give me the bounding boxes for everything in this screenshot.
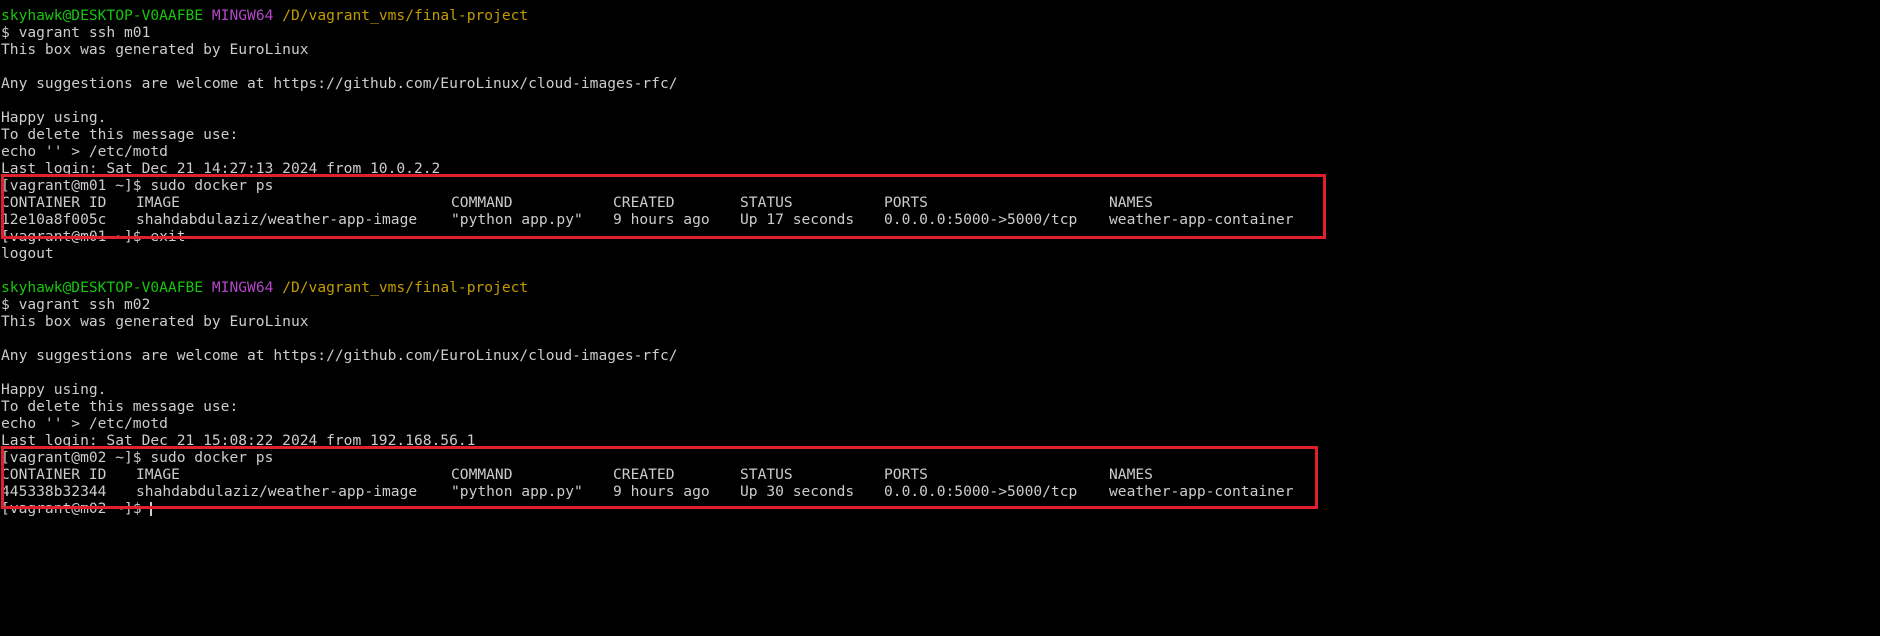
- column-header: IMAGE: [136, 466, 180, 483]
- image-name: shahdabdulaziz/weather-app-image: [136, 211, 418, 228]
- motd-line: Any suggestions are welcome at https://g…: [1, 347, 678, 364]
- docker-ps-command: [vagrant@m01 ~]$ sudo docker ps: [1, 177, 274, 194]
- container-name: weather-app-container: [1109, 211, 1294, 228]
- command-line: $ vagrant ssh m01: [1, 24, 151, 41]
- docker-ps-command: [vagrant@m02 ~]$ sudo docker ps: [1, 449, 274, 466]
- column-header: IMAGE: [136, 194, 180, 211]
- working-path: /D/vagrant_vms/final-project: [282, 279, 529, 296]
- shell-prompt: skyhawk@DESKTOP-V0AAFBE MINGW64 /D/vagra…: [1, 7, 1877, 24]
- column-header: PORTS: [884, 466, 928, 483]
- final-prompt-line[interactable]: [vagrant@m02 ~]$: [1, 500, 1877, 517]
- column-header: PORTS: [884, 194, 928, 211]
- shell-name: MINGW64: [211, 7, 274, 24]
- last-login-line: Last login: Sat Dec 21 15:08:22 2024 fro…: [1, 432, 476, 449]
- column-header: CONTAINER ID: [1, 194, 107, 211]
- user-host: skyhawk@DESKTOP-V0AAFBE: [1, 7, 204, 24]
- column-header: CREATED: [613, 466, 675, 483]
- container-id: 445338b32344: [1, 483, 107, 500]
- logout-line: logout: [1, 245, 54, 262]
- column-header: COMMAND: [451, 194, 513, 211]
- motd-line: Any suggestions are welcome at https://g…: [1, 75, 678, 92]
- column-header: COMMAND: [451, 466, 513, 483]
- container-ports: 0.0.0.0:5000->5000/tcp: [884, 483, 1078, 500]
- column-header: CONTAINER ID: [1, 466, 107, 483]
- created-time: 9 hours ago: [613, 483, 710, 500]
- container-id: 12e10a8f005c: [1, 211, 107, 228]
- motd-line: To delete this message use:: [1, 398, 239, 415]
- motd-line: To delete this message use:: [1, 126, 239, 143]
- container-command: "python app.py": [451, 211, 583, 228]
- column-header: CREATED: [613, 194, 675, 211]
- column-header: STATUS: [740, 466, 793, 483]
- shell-prompt: skyhawk@DESKTOP-V0AAFBE MINGW64 /D/vagra…: [1, 279, 1877, 296]
- motd-line: Happy using.: [1, 381, 107, 398]
- container-status: Up 17 seconds: [740, 211, 855, 228]
- shell-name: MINGW64: [211, 279, 274, 296]
- exit-command: [vagrant@m01 ~]$ exit: [1, 228, 186, 245]
- column-header: STATUS: [740, 194, 793, 211]
- terminal-window[interactable]: skyhawk@DESKTOP-V0AAFBE MINGW64 /D/vagra…: [1, 7, 1877, 517]
- table-row: 445338b32344 shahdabdulaziz/weather-app-…: [1, 483, 1877, 500]
- motd-line: This box was generated by EuroLinux: [1, 313, 309, 330]
- created-time: 9 hours ago: [613, 211, 710, 228]
- column-header: NAMES: [1109, 194, 1153, 211]
- motd-line: echo '' > /etc/motd: [1, 143, 168, 160]
- motd-line: Happy using.: [1, 109, 107, 126]
- last-login-line: Last login: Sat Dec 21 14:27:13 2024 fro…: [1, 160, 441, 177]
- table-header-row: CONTAINER ID IMAGE COMMAND CREATED STATU…: [1, 194, 1877, 211]
- container-ports: 0.0.0.0:5000->5000/tcp: [884, 211, 1078, 228]
- container-command: "python app.py": [451, 483, 583, 500]
- container-name: weather-app-container: [1109, 483, 1294, 500]
- command-line: $ vagrant ssh m02: [1, 296, 151, 313]
- text-cursor: [150, 502, 153, 516]
- motd-line: echo '' > /etc/motd: [1, 415, 168, 432]
- table-row: 12e10a8f005c shahdabdulaziz/weather-app-…: [1, 211, 1877, 228]
- working-path: /D/vagrant_vms/final-project: [282, 7, 529, 24]
- motd-line: This box was generated by EuroLinux: [1, 41, 309, 58]
- table-header-row: CONTAINER ID IMAGE COMMAND CREATED STATU…: [1, 466, 1877, 483]
- column-header: NAMES: [1109, 466, 1153, 483]
- container-status: Up 30 seconds: [740, 483, 855, 500]
- image-name: shahdabdulaziz/weather-app-image: [136, 483, 418, 500]
